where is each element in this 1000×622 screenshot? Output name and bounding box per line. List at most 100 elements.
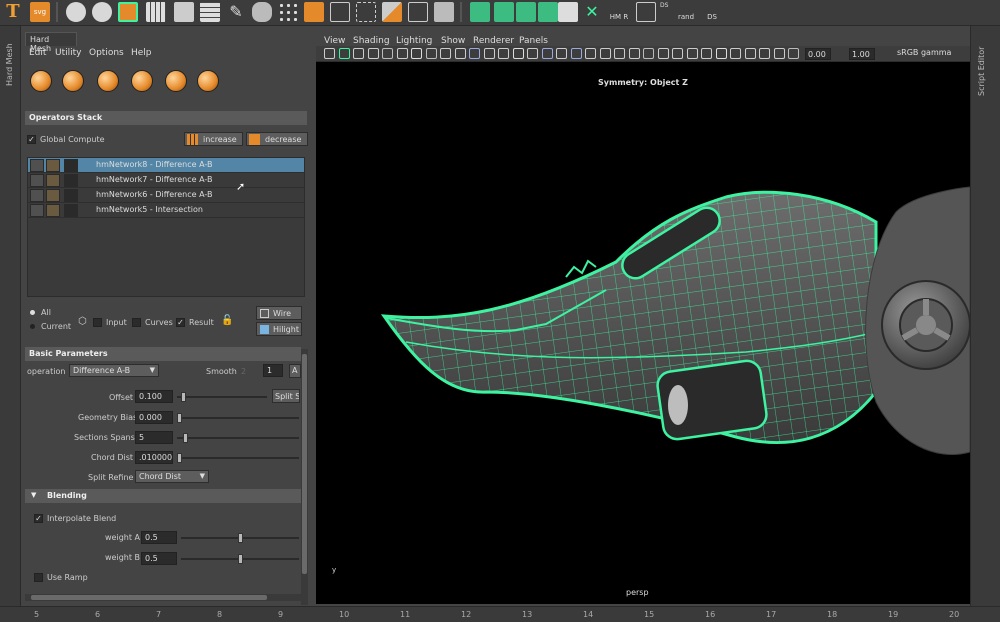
viewport-tool-icon[interactable] [657,48,669,59]
cylinder-tool-icon[interactable] [252,2,272,22]
chord-dist-slider-track[interactable] [177,457,299,459]
viewport-tool-icon[interactable] [672,48,683,59]
global-compute-checkbox[interactable]: ✓ [27,135,36,144]
rand-button[interactable]: rand [674,2,698,22]
viewport-tool-icon[interactable] [541,48,553,59]
hardmesh-object[interactable] [380,190,878,444]
smooth-apply-button[interactable]: A [289,364,301,378]
geometry-bias-slider[interactable] [177,413,182,423]
smooth-field[interactable]: 1 [263,364,283,377]
chord-dist-field[interactable]: .010000 [135,451,173,464]
weight-a-field[interactable]: 0.5 [141,531,177,544]
offset-slider[interactable] [181,392,187,402]
union-sphere-icon[interactable] [30,70,52,92]
split-refine-dropdown[interactable]: Chord Dist ▼ [135,470,209,483]
input-checkbox[interactable] [93,318,102,327]
operation-dropdown[interactable]: Difference A-B ▼ [69,364,159,377]
svg-tool-icon[interactable]: svg [30,2,50,22]
viewport-tool-icon[interactable] [773,48,785,59]
viewport-tool-icon[interactable] [338,48,350,59]
basic-parameters-header[interactable]: Basic Parameters [25,347,301,361]
geometry-bias-field[interactable]: 0.000 [135,411,173,424]
viewport-3d[interactable]: Symmetry: Object Z persp y [316,62,970,604]
menu-view[interactable]: View [324,36,345,46]
sections-spans-field[interactable]: 5 [135,431,173,444]
eye-icon[interactable] [30,204,44,217]
green-tool-icon[interactable] [516,2,536,22]
operators-stack-header[interactable]: Operators Stack [25,111,307,125]
panel-hscrollbar-thumb[interactable] [31,595,267,600]
merge-sphere-icon[interactable] [197,70,219,92]
ds-button[interactable]: DS [702,2,722,22]
sections-spans-slider[interactable] [182,433,188,443]
viewport-tool-icon[interactable] [599,48,611,59]
menu-shading[interactable]: Shading [353,36,390,46]
lock-icon[interactable]: 🔓 [221,315,233,326]
polygon-tool-icon[interactable] [118,2,138,22]
panel-scrollbar-thumb[interactable] [302,354,307,574]
cube-tool-icon[interactable] [174,2,194,22]
dots-tool-icon[interactable] [278,2,298,22]
cube-orange-icon[interactable] [304,2,324,22]
weight-a-slider[interactable] [237,533,243,543]
viewport-tool-icon[interactable] [454,48,466,59]
menu-lighting[interactable]: Lighting [396,36,432,46]
radio-current[interactable] [30,324,35,329]
wire-button[interactable]: Wire [256,306,302,320]
menu-help[interactable]: Help [131,48,152,58]
stack-row[interactable]: hmNetwork8 - Difference A-B [28,158,304,173]
result-checkbox[interactable]: ✓ [176,318,185,327]
hard-mesh-dock-tab[interactable]: Hard Mesh [5,43,14,86]
hilight-button[interactable]: Hilight [256,322,302,336]
split-sphere-icon[interactable] [131,70,153,92]
viewport-tool-icon[interactable] [570,48,582,59]
menu-options[interactable]: Options [89,48,124,58]
polygon-tool-icon[interactable] [66,2,86,22]
sections-spans-slider-track[interactable] [177,437,299,439]
slice-sphere-icon[interactable] [165,70,187,92]
eye-icon[interactable] [30,174,44,187]
script-editor-dock-tab[interactable]: Script Editor [977,47,986,96]
viewport-tool-icon[interactable] [614,48,625,59]
viewport-tool-icon[interactable] [556,48,567,59]
grid-tool-icon[interactable] [636,2,656,22]
menu-panels[interactable]: Panels [519,36,548,46]
menu-edit[interactable]: Edit [29,48,46,58]
bevel-tool-icon[interactable] [382,2,402,22]
viewport-tool-icon[interactable] [643,48,654,59]
radio-all[interactable] [30,310,35,315]
viewport-tool-icon[interactable] [686,48,698,59]
viewport-tool-icon[interactable] [730,48,741,59]
cross-tool-icon[interactable]: ✕ [582,2,602,22]
crop-tool-icon[interactable] [408,2,428,22]
viewport-tool-icon[interactable] [382,48,393,59]
interpolate-blend-checkbox[interactable]: ✓ [34,514,43,523]
stack-row[interactable]: hmNetwork6 - Difference A-B [28,188,304,203]
menu-utility[interactable]: Utility [55,48,81,58]
intersection-sphere-icon[interactable] [97,70,119,92]
eye-icon[interactable] [30,159,44,172]
difference-sphere-icon[interactable] [62,70,84,92]
stack-row[interactable]: hmNetwork7 - Difference A-B [28,173,304,188]
viewport-tool-icon[interactable] [498,48,509,59]
viewport-tool-icon[interactable] [396,48,408,59]
viewport-tool-icon[interactable] [527,48,538,59]
viewport-tool-icon[interactable] [744,48,756,59]
viewport-tool-icon[interactable] [425,48,437,59]
viewport-tool-icon[interactable] [469,48,480,59]
chord-dist-slider[interactable] [177,453,182,463]
use-ramp-checkbox[interactable] [34,573,43,582]
blending-header[interactable]: ▼ Blending [25,489,301,503]
viewport-tool-icon[interactable] [353,48,364,59]
color-space-label[interactable]: sRGB gamma [897,48,951,57]
viewport-tool-icon[interactable] [483,48,495,59]
viewport-tool-icon[interactable] [367,48,379,59]
viewport-tool-icon[interactable] [411,48,422,59]
green-tool-icon[interactable] [470,2,490,22]
node-tool-icon[interactable] [330,2,350,22]
viewport-tool-icon[interactable] [628,48,640,59]
menu-show[interactable]: Show [441,36,465,46]
bracket-tool-icon[interactable] [356,2,376,22]
curves-checkbox[interactable] [132,318,141,327]
increase-button[interactable]: increase [184,132,243,146]
